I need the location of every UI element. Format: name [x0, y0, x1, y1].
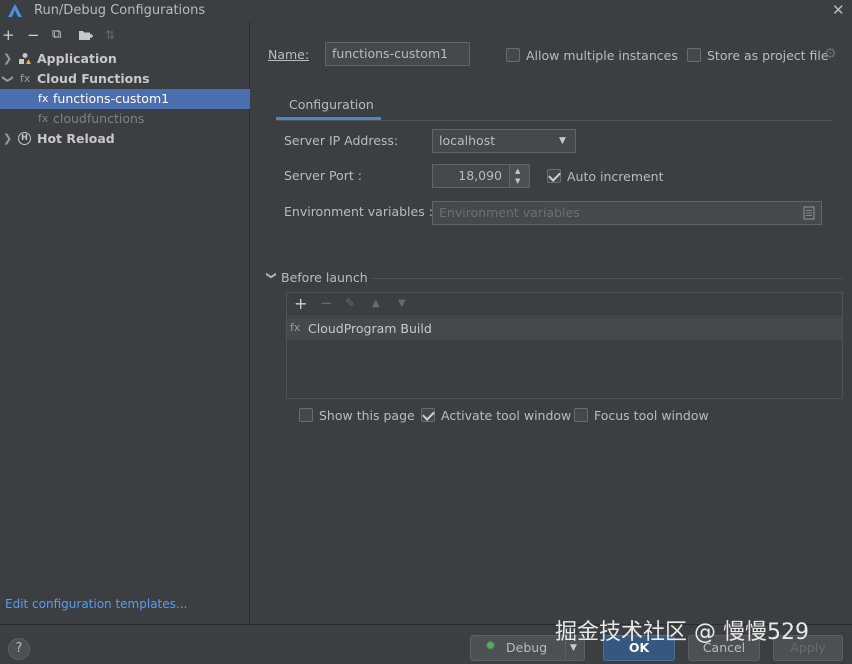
copy-config-icon[interactable]: ⧉ [52, 27, 61, 43]
app-logo-icon [8, 4, 22, 17]
name-label: Name: [268, 47, 310, 62]
gear-icon[interactable]: ⚙ [824, 46, 837, 62]
store-project-label[interactable]: Store as project file [707, 48, 829, 63]
server-port-input[interactable]: 18,090 [432, 164, 510, 188]
focus-tool-checkbox[interactable] [574, 408, 588, 422]
watermark-text: 掘金技术社区 @ 慢慢529 [555, 620, 809, 645]
activate-tool-checkbox[interactable] [421, 408, 435, 422]
stepper-down-icon[interactable]: ▼ [515, 177, 520, 185]
auto-increment-checkbox[interactable] [547, 169, 561, 183]
before-launch-toolbar: + − ✎ ▲ ▼ [287, 293, 842, 317]
section-divider [372, 278, 843, 279]
chevron-right-icon[interactable]: ❯ [3, 129, 12, 149]
browse-document-icon[interactable] [803, 206, 815, 220]
server-ip-value: localhost [439, 133, 496, 148]
tree-item-cloudfunctions[interactable]: fx cloudfunctions [0, 109, 250, 129]
debug-label: Debug [506, 640, 548, 655]
help-button[interactable]: ? [8, 638, 30, 660]
task-label: CloudProgram Build [308, 321, 432, 336]
before-launch-task-row[interactable]: fx CloudProgram Build [287, 318, 842, 340]
stepper-up-icon[interactable]: ▲ [515, 167, 520, 175]
allow-multiple-checkbox[interactable] [506, 48, 520, 62]
tree-item-label: Hot Reload [37, 131, 115, 146]
tree-item-cloud-functions[interactable]: ❯ fx Cloud Functions [0, 69, 250, 89]
tab-configuration-label: Configuration [289, 97, 374, 112]
remove-task-icon: − [320, 294, 333, 312]
application-icon [19, 53, 31, 64]
show-page-label[interactable]: Show this page [319, 408, 415, 423]
sort-icon: ⇅ [105, 28, 116, 42]
new-folder-icon[interactable] [78, 29, 93, 42]
chevron-right-icon[interactable]: ❯ [3, 49, 12, 69]
move-up-icon: ▲ [372, 298, 380, 309]
edit-task-icon: ✎ [345, 296, 356, 310]
add-task-icon[interactable]: + [294, 294, 307, 313]
tree-item-label: Application [37, 51, 117, 66]
env-vars-label: Environment variables : [284, 204, 433, 219]
allow-multiple-label[interactable]: Allow multiple instances [526, 48, 678, 63]
dropdown-arrow-icon: ▼ [559, 136, 566, 146]
move-down-icon: ▼ [398, 298, 406, 309]
tree-item-label: cloudfunctions [53, 111, 145, 126]
function-icon: fx [38, 92, 49, 105]
port-stepper[interactable]: ▲ ▼ [509, 164, 530, 188]
server-ip-label: Server IP Address: [284, 133, 399, 148]
tab-divider [276, 120, 832, 121]
bug-icon: ✹ [485, 639, 496, 654]
function-icon: fx [20, 72, 31, 85]
collapse-chevron-icon[interactable]: ❯ [266, 271, 277, 279]
auto-increment-label[interactable]: Auto increment [567, 169, 664, 184]
tree-item-label: functions-custom1 [53, 91, 170, 106]
tree-item-application[interactable]: ❯ Application [0, 49, 250, 69]
env-vars-input[interactable]: Environment variables [432, 201, 822, 225]
tree-item-functions-custom1[interactable]: fx functions-custom1 [0, 89, 250, 109]
focus-tool-label[interactable]: Focus tool window [594, 408, 709, 423]
function-icon: fx [290, 321, 301, 334]
add-config-icon[interactable]: + [2, 27, 15, 43]
before-launch-title[interactable]: Before launch [281, 270, 368, 285]
name-input[interactable]: functions-custom1 [325, 42, 470, 66]
tree-item-hot-reload[interactable]: ❯ H Hot Reload [0, 129, 250, 149]
server-port-label: Server Port : [284, 168, 362, 183]
show-page-checkbox[interactable] [299, 408, 313, 422]
function-icon: fx [38, 112, 49, 125]
edit-templates-link[interactable]: Edit configuration templates... [5, 597, 187, 611]
window-title: Run/Debug Configurations [34, 3, 206, 18]
chevron-down-icon[interactable]: ❯ [0, 74, 18, 83]
close-icon[interactable]: ✕ [832, 1, 845, 19]
activate-tool-label[interactable]: Activate tool window [441, 408, 571, 423]
store-project-checkbox[interactable] [687, 48, 701, 62]
hot-reload-icon: H [18, 132, 31, 145]
server-ip-select[interactable]: localhost ▼ [432, 129, 576, 153]
remove-config-icon[interactable]: − [27, 27, 40, 43]
tree-item-label: Cloud Functions [37, 71, 150, 86]
